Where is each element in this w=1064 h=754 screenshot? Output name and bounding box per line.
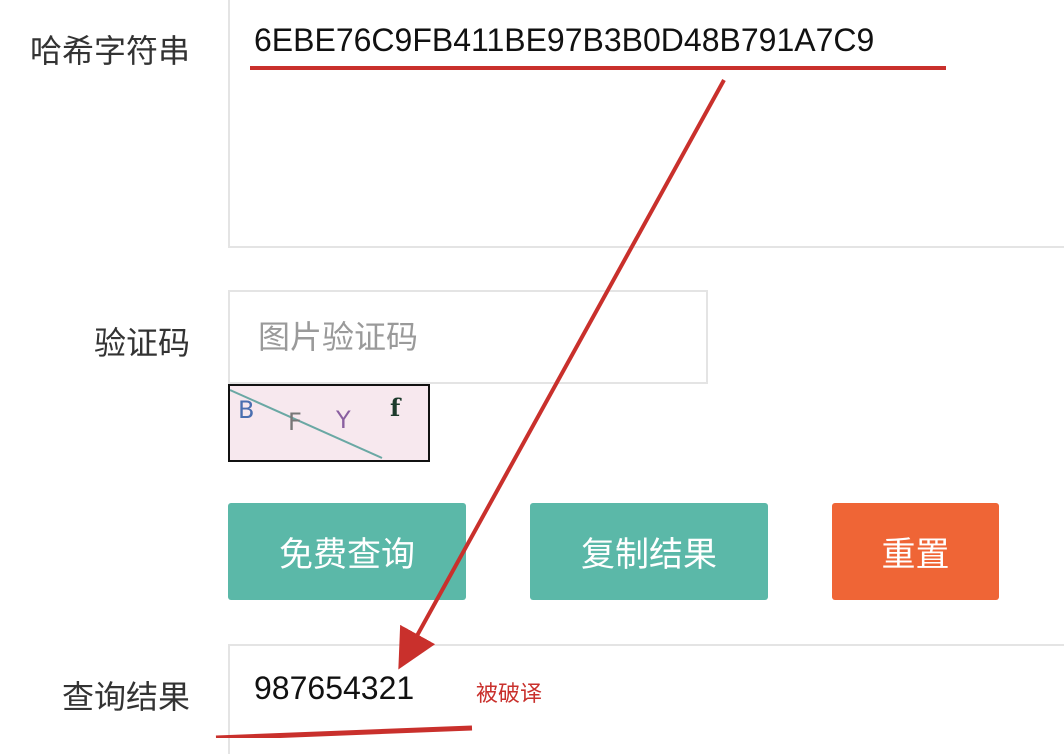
captcha-char-2: F (288, 408, 302, 436)
free-query-button[interactable]: 免费查询 (228, 503, 466, 600)
captcha-label: 验证码 (93, 324, 190, 362)
captcha-char-3: Y (335, 406, 351, 434)
hash-value: 6EBE76C9FB411BE97B3B0D48B791A7C9 (254, 22, 875, 58)
captcha-input[interactable] (228, 290, 708, 384)
hash-annotation-underline (250, 66, 946, 70)
captcha-char-1: B (238, 396, 254, 424)
result-value: 987654321 (254, 670, 415, 706)
reset-button[interactable]: 重置 (832, 503, 999, 600)
result-label: 查询结果 (61, 678, 190, 716)
cracked-annotation: 被破译 (476, 682, 543, 707)
copy-result-button[interactable]: 复制结果 (530, 503, 768, 600)
hash-label: 哈希字符串 (29, 32, 190, 70)
captcha-char-4: f (390, 393, 402, 422)
captcha-noise: B F Y f (230, 389, 402, 459)
captcha-image[interactable]: B F Y f (228, 384, 430, 462)
